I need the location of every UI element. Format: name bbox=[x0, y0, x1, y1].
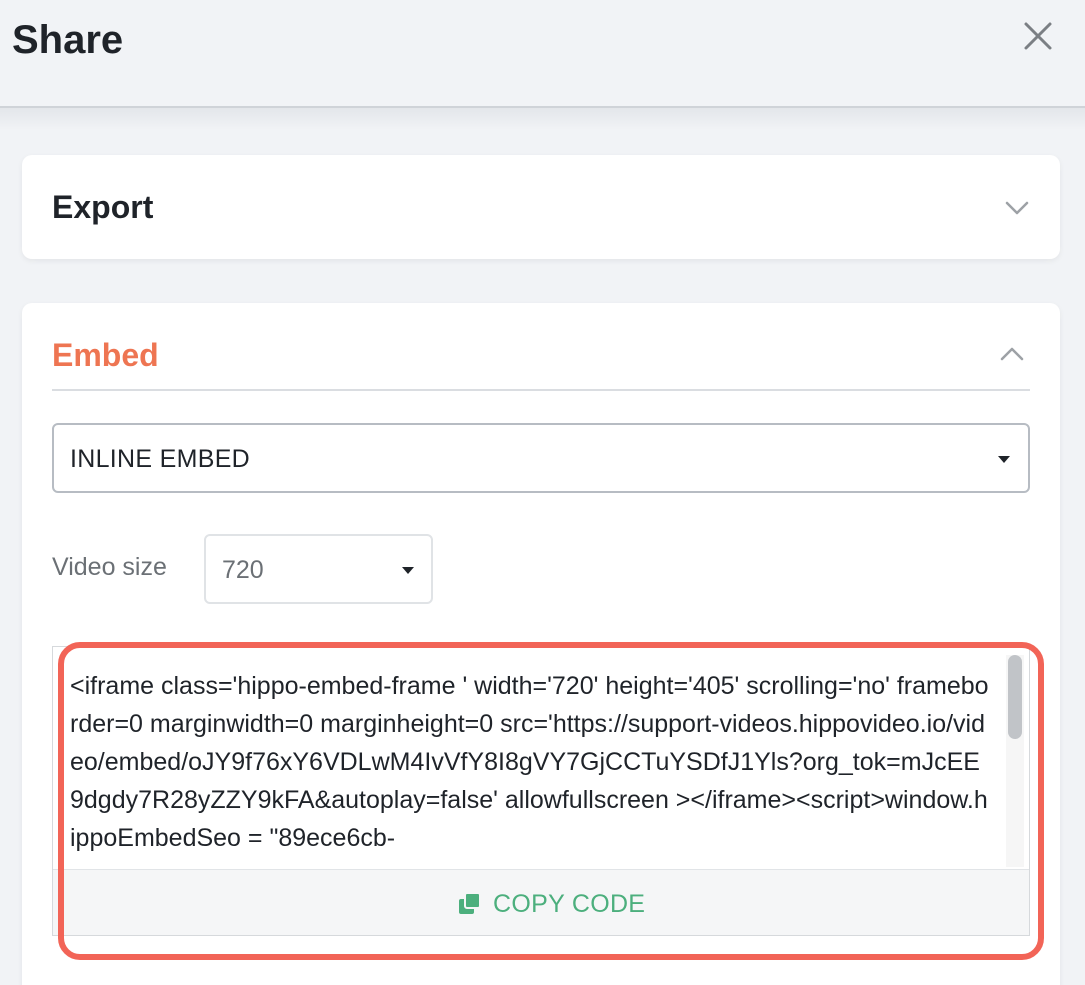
embed-code-text[interactable]: <iframe class='hippo-embed-frame ' width… bbox=[70, 667, 990, 867]
export-section[interactable]: Export bbox=[22, 155, 1060, 259]
caret-down-icon bbox=[402, 567, 414, 574]
dialog-title: Share bbox=[12, 18, 124, 62]
embed-type-value: INLINE EMBED bbox=[70, 445, 251, 473]
scrollbar-thumb[interactable] bbox=[1008, 655, 1022, 739]
dialog-header: Share bbox=[0, 0, 1085, 108]
export-title: Export bbox=[52, 189, 154, 225]
embed-code-box[interactable]: <iframe class='hippo-embed-frame ' width… bbox=[52, 646, 1030, 936]
copy-icon bbox=[459, 892, 481, 914]
video-size-label: Video size bbox=[52, 553, 167, 581]
close-icon[interactable] bbox=[1018, 16, 1058, 56]
code-scrollbar[interactable] bbox=[1006, 655, 1024, 867]
video-size-value: 720 bbox=[222, 556, 264, 584]
header-shadow bbox=[0, 108, 1085, 130]
embed-title: Embed bbox=[52, 337, 159, 373]
copy-code-button[interactable]: COPY CODE bbox=[53, 869, 1029, 935]
caret-down-icon bbox=[998, 456, 1010, 463]
chevron-up-icon[interactable] bbox=[999, 341, 1025, 367]
video-size-select[interactable]: 720 bbox=[204, 534, 433, 604]
chevron-down-icon[interactable] bbox=[1004, 195, 1030, 221]
embed-divider bbox=[52, 389, 1030, 391]
embed-type-select[interactable]: INLINE EMBED bbox=[52, 423, 1030, 493]
copy-code-label: COPY CODE bbox=[493, 890, 646, 918]
